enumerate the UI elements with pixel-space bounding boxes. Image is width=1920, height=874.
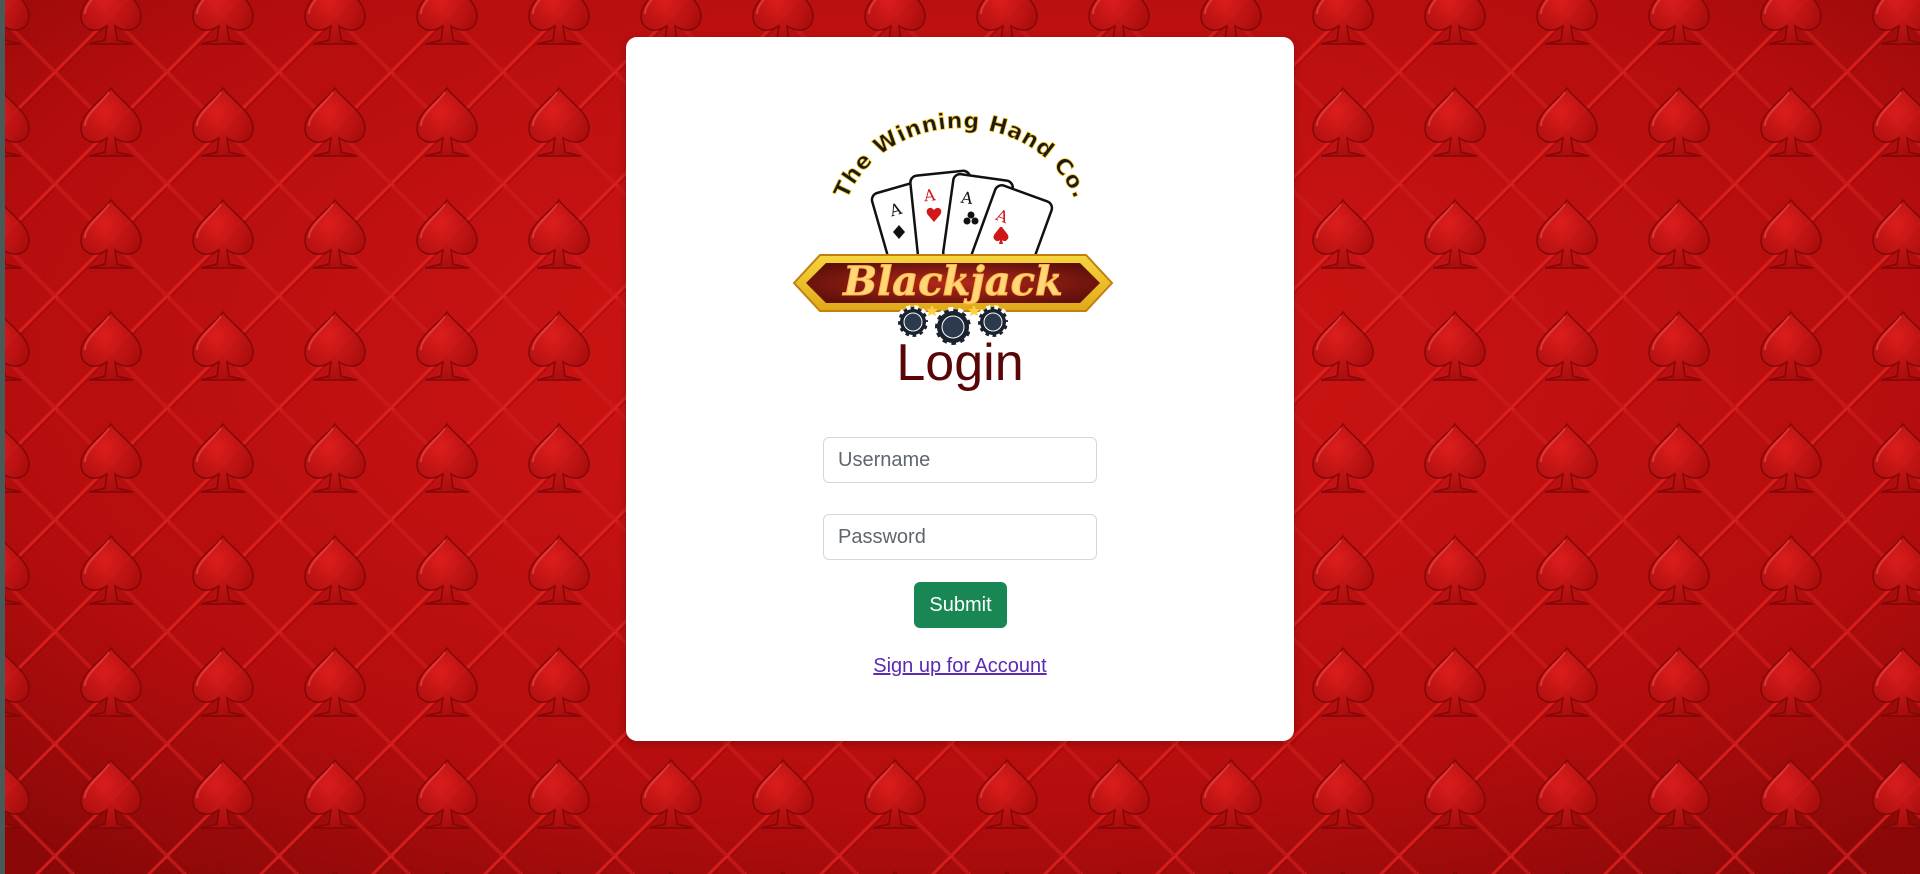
username-input[interactable] bbox=[823, 437, 1097, 483]
window-edge bbox=[0, 0, 5, 874]
signup-link[interactable]: Sign up for Account bbox=[873, 655, 1046, 677]
banner-title: Blackjack bbox=[842, 258, 1062, 305]
submit-button[interactable]: Submit bbox=[914, 582, 1007, 628]
blackjack-logo: A A A A The Winning Hand Co. Blackjack bbox=[792, 108, 1114, 347]
svg-text:A: A bbox=[922, 185, 937, 205]
password-input[interactable] bbox=[823, 514, 1097, 560]
signup-row: Sign up for Account bbox=[626, 655, 1294, 678]
login-card: A A A A The Winning Hand Co. Blackjack L… bbox=[626, 37, 1294, 741]
page-title: Login bbox=[896, 334, 1024, 392]
